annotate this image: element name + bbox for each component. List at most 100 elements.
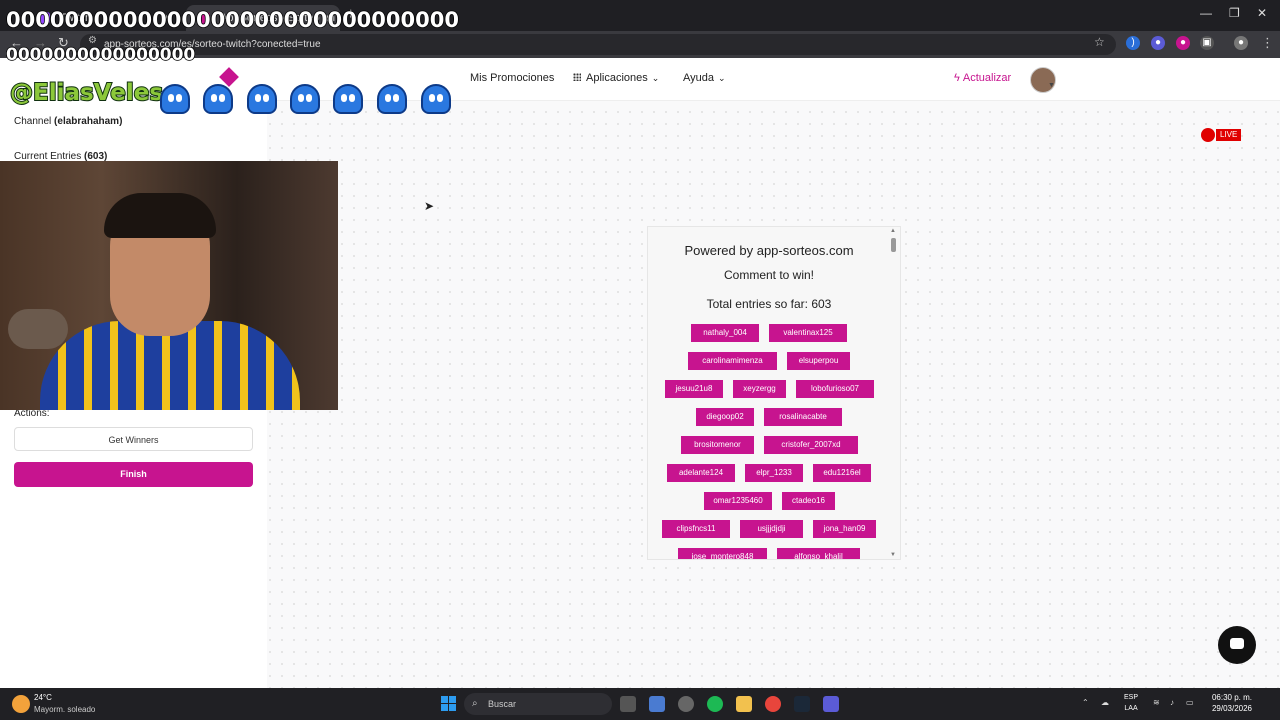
entry-chip: ctadeo16	[782, 492, 835, 510]
entry-chip: edu1216el	[813, 464, 871, 482]
windows-start-icon[interactable]	[441, 696, 456, 711]
entry-chip: nathaly_004	[691, 324, 759, 342]
entry-chip: usjjjdjdji	[740, 520, 803, 538]
get-winners-button[interactable]: Get Winners	[14, 427, 253, 451]
ghost-emote-icon	[290, 84, 320, 114]
extensions-puzzle-icon[interactable]: ▣	[1200, 36, 1214, 50]
actualizar-label: Actualizar	[962, 72, 1012, 84]
entry-chip: xeyzergg	[733, 380, 786, 398]
url-input[interactable]: app-sorteos.com/es/sorteo-twitch?conecte…	[80, 34, 1116, 55]
language-indicator[interactable]: ESP LAA	[1124, 692, 1138, 714]
close-window-icon[interactable]: ✕	[1257, 6, 1267, 20]
chat-bubble-button[interactable]	[1218, 626, 1256, 664]
scroll-up-icon[interactable]: ▲	[890, 228, 896, 234]
onedrive-icon[interactable]: ☁	[1101, 698, 1109, 707]
scroll-thumb[interactable]	[891, 238, 896, 252]
entry-chip: brositomenor	[681, 436, 754, 454]
nav-ayuda[interactable]: Ayuda ⌄	[683, 72, 726, 84]
tray-chevron-up-icon[interactable]: ⌃	[1082, 698, 1089, 707]
entry-chip: rosalinacabte	[764, 408, 842, 426]
chevron-down-icon[interactable]: ▼	[1048, 82, 1055, 89]
bookmark-star-icon[interactable]: ☆	[1094, 35, 1105, 49]
profile-icon[interactable]: ●	[1234, 36, 1248, 50]
ghost-emote-icon	[421, 84, 451, 114]
menu-kebab-icon[interactable]: ⋮	[1261, 35, 1274, 51]
clock[interactable]: 06:30 p. m. 29/03/2026	[1208, 692, 1252, 714]
live-badge: LIVE	[1216, 129, 1242, 141]
comment-to-win-text: Comment to win!	[723, 268, 815, 282]
nav-aplicaciones[interactable]: Aplicaciones ⌄	[573, 72, 659, 84]
nav-aplicaciones-label: Aplicaciones	[586, 72, 648, 84]
entry-chip: omar1235460	[704, 492, 772, 510]
wifi-icon[interactable]: ≋	[1153, 698, 1160, 707]
scroll-down-icon[interactable]: ▼	[890, 552, 896, 558]
streamer-hair	[104, 193, 216, 238]
github-icon[interactable]	[678, 696, 694, 712]
clock-date: 29/03/2026	[1211, 704, 1252, 713]
overlay-username: @EliasVeles :	[9, 79, 181, 107]
entry-chip: carolinamimenza	[688, 352, 777, 370]
weather-sun-icon[interactable]	[12, 695, 30, 713]
extension-icon[interactable]: ●	[1176, 36, 1190, 50]
overlay-zeros-line1: 0000000000000000000000000000000	[5, 7, 459, 33]
overlay-zeros-line2: 0000000000000000	[5, 44, 196, 66]
search-icon: ⌕	[472, 698, 478, 709]
avatar[interactable]	[1030, 67, 1056, 93]
entry-chip: valentinax125	[769, 324, 847, 342]
entry-chip: alfonso_khalil	[777, 548, 860, 559]
steam-icon[interactable]	[794, 696, 810, 712]
windows-taskbar: 24°C Mayorm. soleado ⌕ Buscar ⌃ ☁ ESP LA…	[0, 688, 1280, 720]
ghost-emote-icon	[333, 84, 363, 114]
mouse-cursor-icon: ➤	[424, 199, 435, 213]
extension-icon[interactable]: ●	[1151, 36, 1165, 50]
lang-line2: LAA	[1124, 705, 1138, 712]
volume-icon[interactable]: ♪	[1170, 698, 1174, 707]
entry-chip: elpr_1233	[745, 464, 803, 482]
spotify-icon[interactable]	[707, 696, 723, 712]
app-icon[interactable]	[823, 696, 839, 712]
widget-scrollbar[interactable]: ▲ ▼	[889, 228, 898, 558]
chat-icon	[1230, 638, 1244, 649]
entry-chip: elsuperpou	[787, 352, 850, 370]
entries-widget[interactable]: Powered by app-sorteos.com Comment to wi…	[647, 226, 901, 560]
nav-mis-promociones[interactable]: Mis Promociones	[470, 72, 554, 84]
live-dot-icon	[1201, 128, 1215, 142]
taskbar-search-label: Buscar	[488, 699, 517, 709]
store-icon[interactable]	[649, 696, 665, 712]
maximize-icon[interactable]: ❐	[1229, 6, 1240, 20]
nav-ayuda-label: Ayuda	[683, 72, 714, 84]
extension-icon[interactable]: )	[1126, 36, 1140, 50]
entry-chip: adelante124	[667, 464, 735, 482]
channel-line: Channel (elabrahaham)	[14, 116, 122, 127]
entry-chip: cristofer_2007xd	[764, 436, 858, 454]
entry-chip: jona_han09	[813, 520, 876, 538]
actualizar-link[interactable]: ϟ Actualizar	[954, 72, 1011, 84]
ghost-emote-icon	[377, 84, 407, 114]
powered-by-text: Powered by app-sorteos.com	[684, 243, 854, 258]
lang-line1: ESP	[1124, 694, 1139, 701]
minimize-icon[interactable]: —	[1200, 6, 1212, 20]
task-view-icon[interactable]	[620, 696, 636, 712]
weather-desc: Mayorm. soleado	[34, 705, 96, 714]
background-toys	[8, 309, 68, 349]
entry-chip: clipsfncs11	[662, 520, 730, 538]
chevron-down-icon: ⌄	[651, 73, 660, 83]
finish-button[interactable]: Finish	[14, 462, 253, 487]
chrome-icon[interactable]	[765, 696, 781, 712]
channel-label: Channel	[14, 116, 52, 127]
entry-chip: lobofurioso07	[796, 380, 874, 398]
ghost-emote-icon	[160, 84, 190, 114]
taskbar-search[interactable]: ⌕ Buscar	[464, 693, 612, 715]
battery-icon[interactable]: ▭	[1186, 698, 1194, 707]
file-explorer-icon[interactable]	[736, 696, 752, 712]
lightning-icon: ϟ	[954, 72, 960, 84]
entry-chip: jose_montero848	[678, 548, 767, 559]
weather-temp: 24°C	[34, 693, 52, 702]
entry-chip: diegoop02	[696, 408, 754, 426]
entry-chip: jesuu21u8	[665, 380, 723, 398]
total-entries-text: Total entries so far: 603	[706, 297, 832, 311]
apps-grid-icon	[573, 73, 581, 81]
clock-time: 06:30 p. m.	[1211, 693, 1252, 702]
ghost-emote-icon	[247, 84, 277, 114]
ghost-emote-icon	[203, 84, 233, 114]
